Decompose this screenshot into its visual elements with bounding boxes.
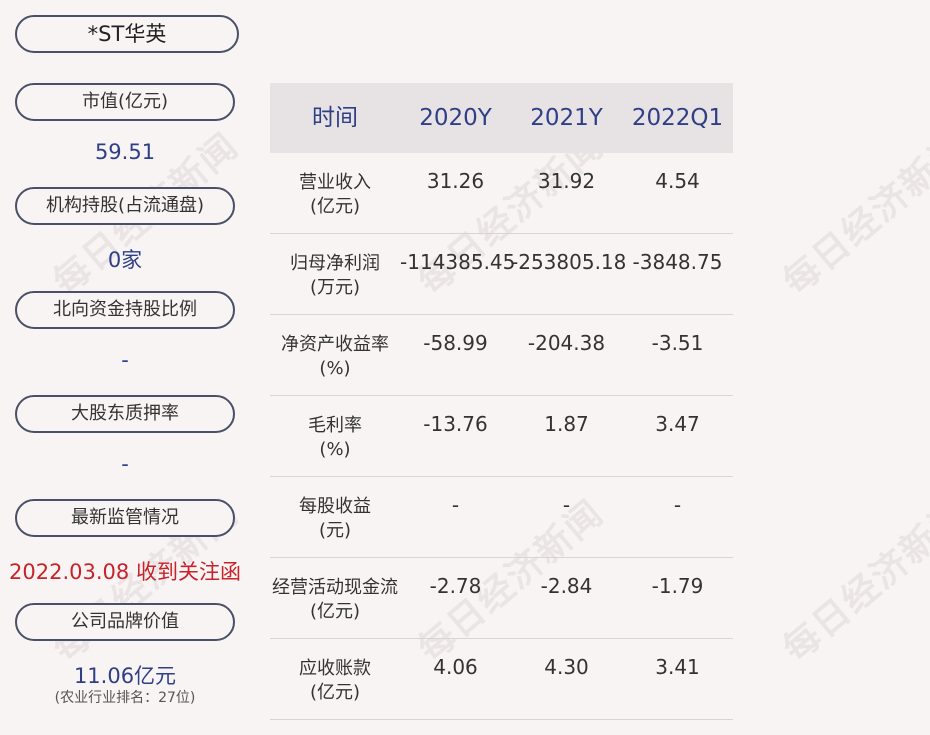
row-label-name: 每股收益 — [299, 496, 371, 517]
cell-value: 4.06 — [433, 655, 478, 679]
table-row: 应收账款 (亿元) 4.06 4.30 3.41 — [270, 639, 733, 720]
cell-value: 4.54 — [655, 169, 700, 193]
brand-value-amount: 11.06亿元 — [73, 664, 177, 688]
header-period: 时间 — [312, 105, 358, 131]
row-label-name: 营业收入 — [299, 172, 371, 193]
regulation-status-label: 最新监管情况 — [15, 499, 235, 537]
cell-value: -1.79 — [651, 574, 704, 598]
row-label-name: 净资产收益率 — [281, 334, 389, 355]
row-label-name: 应收账款 — [299, 658, 371, 679]
row-label-name: 归母净利润 — [290, 253, 380, 274]
cell-value: 3.47 — [655, 412, 700, 436]
cell-value: - — [562, 493, 571, 517]
watermark-text: 每日经济新闻 — [775, 125, 930, 304]
institution-holding-value: 0家 — [107, 248, 143, 272]
row-label-unit: (%) — [319, 439, 351, 460]
cell-value: -13.76 — [423, 412, 488, 436]
row-label: 营业收入 (亿元) — [270, 171, 400, 219]
cell-value: -3.51 — [651, 331, 704, 355]
row-label: 归母净利润 (万元) — [270, 252, 400, 300]
cell-value: -3848.75 — [632, 250, 723, 274]
header-2022q1: 2022Q1 — [631, 105, 724, 131]
table-header: 时间 2020Y 2021Y 2022Q1 — [270, 83, 733, 153]
institution-holding-label: 机构持股(占流通盘) — [15, 187, 235, 225]
row-label: 毛利率 (%) — [270, 414, 400, 462]
table-row: 净资产收益率 (%) -58.99 -204.38 -3.51 — [270, 315, 733, 396]
pledge-ratio-value: - — [121, 452, 129, 476]
row-label-unit: (%) — [319, 358, 351, 379]
brand-value-label: 公司品牌价值 — [15, 603, 235, 641]
row-label: 每股收益 (元) — [270, 495, 400, 543]
cell-value: 31.26 — [426, 169, 485, 193]
header-2021y: 2021Y — [530, 105, 603, 131]
pledge-ratio-label: 大股东质押率 — [15, 395, 235, 433]
northbound-holding-value: - — [121, 348, 129, 372]
cell-value: 4.30 — [544, 655, 589, 679]
cell-value: - — [451, 493, 460, 517]
cell-value: 3.41 — [655, 655, 700, 679]
cell-value: -2.84 — [540, 574, 593, 598]
regulation-status-value: 2022.03.08 收到关注函 — [9, 560, 241, 584]
cell-value: 31.92 — [537, 169, 596, 193]
market-cap-value: 59.51 — [94, 140, 156, 164]
row-label: 经营活动现金流 (亿元) — [270, 576, 400, 624]
cell-value: -204.38 — [527, 331, 606, 355]
row-label-name: 毛利率 — [308, 415, 362, 436]
row-label-unit: (万元) — [309, 277, 361, 298]
row-label-unit: (亿元) — [309, 196, 361, 217]
cell-value: -253805.18 — [511, 250, 627, 274]
cell-value: -58.99 — [423, 331, 488, 355]
row-label-name: 经营活动现金流 — [272, 577, 398, 598]
row-label-unit: (亿元) — [309, 682, 361, 703]
table-row: 每股收益 (元) - - - — [270, 477, 733, 558]
brand-rank-note: (农业行业排名：27位) — [54, 690, 196, 706]
cell-value: 1.87 — [544, 412, 589, 436]
stock-name-pill: *ST华英 — [15, 15, 239, 53]
table-row: 毛利率 (%) -13.76 1.87 3.47 — [270, 396, 733, 477]
table-row: 营业收入 (亿元) 31.26 31.92 4.54 — [270, 153, 733, 234]
row-label-unit: (亿元) — [309, 601, 361, 622]
cell-value: - — [673, 493, 682, 517]
row-label: 净资产收益率 (%) — [270, 333, 400, 381]
table-row: 经营活动现金流 (亿元) -2.78 -2.84 -1.79 — [270, 558, 733, 639]
cell-value: -2.78 — [429, 574, 482, 598]
financial-table: 时间 2020Y 2021Y 2022Q1 营业收入 (亿元) 31.26 31… — [270, 83, 733, 720]
cell-value: -114385.45 — [400, 250, 516, 274]
row-label: 应收账款 (亿元) — [270, 657, 400, 705]
row-label-unit: (元) — [318, 520, 352, 541]
northbound-holding-label: 北向资金持股比例 — [15, 291, 235, 329]
table-row: 归母净利润 (万元) -114385.45 -253805.18 -3848.7… — [270, 234, 733, 315]
watermark-text: 每日经济新闻 — [775, 492, 930, 671]
market-cap-label: 市值(亿元) — [15, 83, 235, 121]
header-2020y: 2020Y — [419, 105, 492, 131]
